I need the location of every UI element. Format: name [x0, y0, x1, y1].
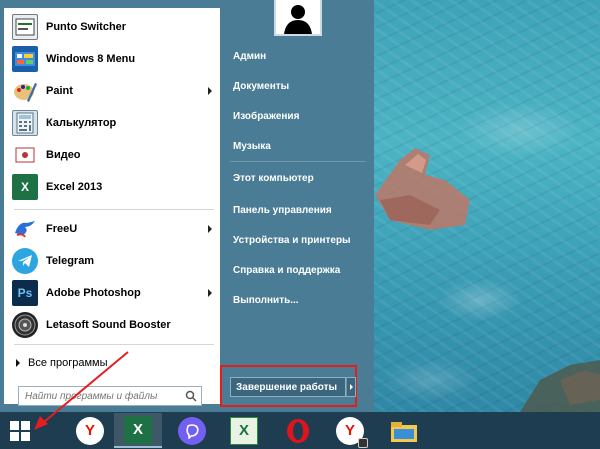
taskbar-excel-viewer[interactable]: X	[220, 413, 268, 448]
app-label: Paint	[46, 85, 73, 97]
right-item-admin[interactable]: Админ	[226, 45, 370, 67]
submenu-arrow-icon[interactable]	[208, 225, 212, 233]
chevron-right-icon	[349, 384, 353, 390]
folder-icon	[390, 417, 418, 445]
taskbar-excel[interactable]: X	[114, 413, 162, 448]
app-label: Windows 8 Menu	[46, 53, 136, 65]
freeu-icon	[12, 216, 38, 242]
opera-icon	[284, 417, 312, 445]
user-silhouette-icon	[284, 5, 312, 34]
taskbar-file-explorer[interactable]	[380, 413, 428, 448]
right-item-documents[interactable]: Документы	[226, 75, 370, 97]
submenu-arrow-icon[interactable]	[208, 87, 212, 95]
search-box[interactable]	[18, 386, 202, 406]
calculator-icon	[12, 110, 38, 136]
viber-icon	[178, 416, 206, 445]
app-item-punto-switcher[interactable]: Punto Switcher	[8, 12, 218, 42]
app-label: Калькулятор	[46, 117, 117, 129]
user-avatar[interactable]	[274, 0, 322, 36]
right-item-this-pc[interactable]: Этот компьютер	[226, 167, 370, 189]
divider	[14, 344, 214, 345]
shutdown-options-button[interactable]	[346, 377, 356, 397]
app-item-paint[interactable]: Paint	[8, 76, 218, 106]
right-item-devices-printers[interactable]: Устройства и принтеры	[226, 229, 370, 251]
excel-icon: X	[12, 174, 38, 200]
app-item-video[interactable]: Видео	[8, 140, 218, 170]
app-item-freeu[interactable]: FreeU	[8, 214, 218, 244]
app-label: Letasoft Sound Booster	[46, 319, 171, 331]
app-item-windows8-menu[interactable]: Windows 8 Menu	[8, 44, 218, 74]
video-icon	[12, 142, 38, 168]
divider	[230, 161, 366, 162]
app-label: Punto Switcher	[46, 21, 127, 33]
app-label: Telegram	[46, 255, 95, 267]
app-item-telegram[interactable]: Telegram	[8, 246, 218, 276]
taskbar: Y X X Y	[0, 412, 600, 449]
yandex-icon: Y	[76, 416, 104, 445]
start-button[interactable]	[0, 412, 40, 449]
telegram-icon	[12, 248, 38, 274]
divider	[14, 209, 214, 210]
windows8-menu-icon	[12, 46, 38, 72]
app-item-sound-booster[interactable]: Letasoft Sound Booster	[8, 310, 218, 340]
taskbar-yandex-browser[interactable]: Y	[66, 413, 114, 448]
programs-panel: Punto Switcher Windows 8 Menu Paint Каль…	[4, 8, 220, 406]
search-icon[interactable]	[181, 387, 201, 405]
app-item-photoshop[interactable]: Ps Adobe Photoshop	[8, 278, 218, 308]
shutdown-highlight: Завершение работы	[220, 365, 357, 407]
sound-booster-icon	[12, 312, 38, 338]
paint-icon	[12, 78, 38, 104]
search-input[interactable]	[19, 390, 181, 402]
app-label: Excel 2013	[46, 181, 103, 193]
all-programs-label: Все программы	[28, 357, 108, 369]
photoshop-icon: Ps	[12, 280, 38, 306]
yandex-lock-icon: Y	[336, 416, 368, 448]
right-item-music[interactable]: Музыка	[226, 135, 370, 157]
app-label: Видео	[46, 149, 81, 161]
expand-arrow-icon	[16, 359, 20, 367]
rock-decoration-2	[520, 360, 600, 412]
excel-viewer-icon: X	[230, 416, 258, 445]
taskbar-viber[interactable]	[168, 413, 216, 448]
app-label: FreeU	[46, 223, 78, 235]
all-programs-button[interactable]: Все программы	[16, 354, 107, 372]
right-item-pictures[interactable]: Изображения	[226, 105, 370, 127]
shutdown-button[interactable]: Завершение работы	[230, 377, 346, 397]
submenu-arrow-icon[interactable]	[208, 289, 212, 297]
excel-icon: X	[124, 415, 152, 444]
right-item-help-support[interactable]: Справка и поддержка	[226, 259, 370, 281]
windows-logo-icon	[10, 420, 30, 441]
rock-decoration	[375, 148, 470, 230]
app-item-excel[interactable]: X Excel 2013	[8, 172, 218, 202]
right-item-run[interactable]: Выполнить...	[226, 289, 370, 311]
start-menu: Punto Switcher Windows 8 Menu Paint Каль…	[0, 0, 374, 412]
app-item-calculator[interactable]: Калькулятор	[8, 108, 218, 138]
taskbar-opera[interactable]	[274, 413, 322, 448]
lock-icon	[358, 437, 368, 448]
app-label: Adobe Photoshop	[46, 287, 141, 299]
right-item-control-panel[interactable]: Панель управления	[226, 199, 370, 221]
punto-switcher-icon	[12, 14, 38, 40]
taskbar-yandex-update[interactable]: Y	[326, 413, 374, 448]
